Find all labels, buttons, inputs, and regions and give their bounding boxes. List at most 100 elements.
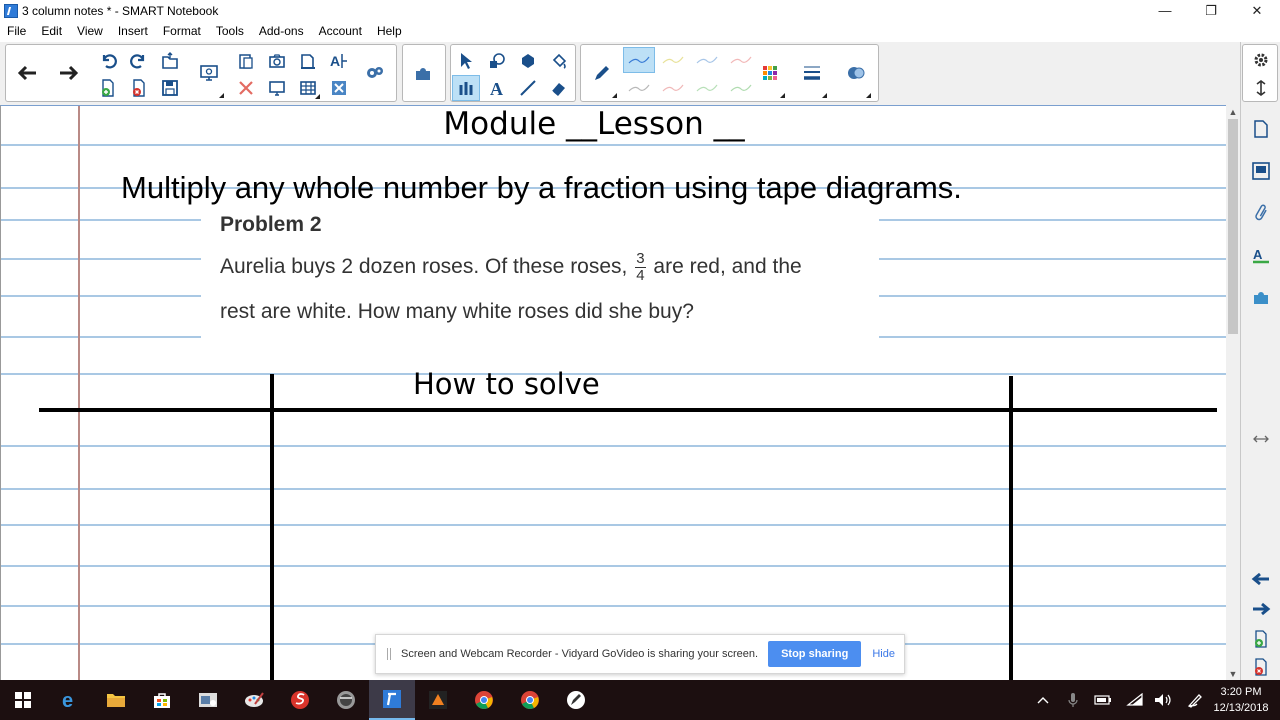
paste-button[interactable] <box>232 48 260 74</box>
open-file-button[interactable] <box>156 48 184 74</box>
add-ons-button[interactable] <box>358 46 392 100</box>
menu-insert[interactable]: Insert <box>111 24 156 38</box>
drag-grip-icon[interactable] <box>387 648 391 660</box>
volume-tray-icon[interactable] <box>1152 680 1174 720</box>
problem-text-line-1: Aurelia buys 2 dozen roses. Of these ros… <box>220 251 880 284</box>
vertical-scrollbar[interactable]: ▲ ▼ <box>1226 105 1240 681</box>
problem-image[interactable]: Problem 2 Aurelia buys 2 dozen roses. Of… <box>201 209 879 341</box>
window-controls: — ❐ ✕ <box>1142 0 1280 21</box>
taskbar-file-explorer[interactable] <box>93 680 139 720</box>
column-divider-left[interactable] <box>270 374 274 681</box>
pen-tray-icon[interactable] <box>1184 680 1206 720</box>
show-hidden-icons-button[interactable] <box>1032 680 1054 720</box>
battery-tray-icon[interactable] <box>1092 680 1114 720</box>
fill-tool-button[interactable] <box>545 48 573 74</box>
scrollbar-thumb[interactable] <box>1228 119 1238 334</box>
dropdown-indicator <box>780 93 785 98</box>
insert-document-button[interactable] <box>294 48 322 74</box>
move-toolbar-button[interactable] <box>1243 73 1279 103</box>
eraser-tool-button[interactable] <box>545 75 573 101</box>
sidebar-add-page-button[interactable] <box>1243 624 1279 654</box>
screen-capture-button[interactable] <box>263 48 291 74</box>
next-page-button[interactable] <box>52 46 86 100</box>
column-divider-right[interactable] <box>1009 376 1013 681</box>
line-style-3-button[interactable] <box>691 47 723 73</box>
column-divider-horizontal[interactable] <box>39 408 1217 412</box>
settings-button[interactable] <box>1243 45 1279 75</box>
line-style-5-button[interactable] <box>623 75 655 101</box>
taskbar-edge[interactable]: e <box>47 680 93 720</box>
shapes-tool-button[interactable] <box>483 48 511 74</box>
dropdown-indicator <box>315 94 320 99</box>
color-palette-button[interactable] <box>753 46 787 100</box>
close-document-button[interactable] <box>325 75 353 101</box>
magic-pen-button[interactable] <box>452 75 480 101</box>
taskbar-orange-app[interactable] <box>415 680 461 720</box>
taskbar-chrome-1[interactable] <box>461 680 507 720</box>
gallery-tab[interactable] <box>1243 156 1279 186</box>
delete-button[interactable] <box>232 75 260 101</box>
select-tool-button[interactable] <box>452 48 480 74</box>
menu-view[interactable]: View <box>70 24 111 38</box>
page-sorter-tab[interactable] <box>1243 114 1279 144</box>
undo-button[interactable] <box>94 48 122 74</box>
sidebar-delete-page-button[interactable] <box>1243 652 1279 682</box>
wifi-tray-icon[interactable] <box>1124 680 1146 720</box>
taskbar-pen-app[interactable] <box>553 680 599 720</box>
pen-type-button[interactable] <box>585 46 619 100</box>
line-style-6-button[interactable] <box>657 75 689 101</box>
menu-format[interactable]: Format <box>156 24 209 38</box>
page-heading[interactable]: Module __Lesson __ <box>1 106 1187 142</box>
text-recognition-button[interactable]: A <box>325 48 353 74</box>
menu-help[interactable]: Help <box>370 24 410 38</box>
menu-addons[interactable]: Add-ons <box>252 24 312 38</box>
taskbar-chrome-2[interactable] <box>507 680 553 720</box>
taskbar-red-app[interactable] <box>277 680 323 720</box>
regular-polygons-button[interactable] <box>514 48 542 74</box>
taskbar-paint[interactable] <box>231 680 277 720</box>
taskbar-disc-app[interactable] <box>323 680 369 720</box>
lesson-objective[interactable]: Multiply any whole number by a fraction … <box>121 170 962 206</box>
add-page-button[interactable] <box>94 75 122 101</box>
transparency-button[interactable] <box>839 46 873 100</box>
redo-button[interactable] <box>125 48 153 74</box>
full-screen-button[interactable] <box>263 75 291 101</box>
sidebar-resize-handle[interactable] <box>1243 424 1279 454</box>
column-header-how-to-solve[interactable]: How to solve <box>413 367 600 401</box>
save-button[interactable] <box>156 75 184 101</box>
lesson-activity-button[interactable] <box>407 46 441 100</box>
minimize-button[interactable]: — <box>1142 0 1188 21</box>
line-style-1-button[interactable] <box>623 47 655 73</box>
menu-account[interactable]: Account <box>312 24 370 38</box>
taskbar-smart-notebook[interactable] <box>369 680 415 720</box>
taskbar-clock[interactable]: 3:20 PM 12/13/2018 <box>1208 684 1274 716</box>
restore-button[interactable]: ❐ <box>1188 0 1234 21</box>
attachments-tab[interactable] <box>1243 198 1279 228</box>
line-thickness-button[interactable] <box>795 46 829 100</box>
line-style-2-button[interactable] <box>657 47 689 73</box>
taskbar-app-window[interactable] <box>185 680 231 720</box>
menu-tools[interactable]: Tools <box>209 24 252 38</box>
close-button[interactable]: ✕ <box>1234 0 1280 21</box>
notebook-page-canvas[interactable]: Module __Lesson __ Multiply any whole nu… <box>0 105 1226 681</box>
screen-shade-button[interactable] <box>192 46 226 100</box>
text-tool-button[interactable]: A <box>483 75 511 101</box>
previous-page-button[interactable] <box>10 46 44 100</box>
taskbar-store[interactable] <box>139 680 185 720</box>
scroll-down-icon[interactable]: ▼ <box>1226 667 1240 681</box>
sidebar-previous-page-button[interactable] <box>1243 564 1279 594</box>
delete-page-button[interactable] <box>125 75 153 101</box>
stop-sharing-button[interactable]: Stop sharing <box>768 641 862 667</box>
line-tool-button[interactable] <box>514 75 542 101</box>
menu-edit[interactable]: Edit <box>34 24 70 38</box>
start-button[interactable] <box>0 680 46 720</box>
menu-file[interactable]: File <box>0 24 34 38</box>
scroll-up-icon[interactable]: ▲ <box>1226 105 1240 119</box>
sidebar-next-page-button[interactable] <box>1243 594 1279 624</box>
hide-notification-link[interactable]: Hide <box>872 648 895 660</box>
properties-tab[interactable]: A <box>1243 240 1279 270</box>
insert-table-button[interactable] <box>294 75 322 101</box>
microphone-tray-icon[interactable] <box>1062 680 1084 720</box>
line-style-7-button[interactable] <box>691 75 723 101</box>
add-ons-tab[interactable] <box>1243 282 1279 312</box>
